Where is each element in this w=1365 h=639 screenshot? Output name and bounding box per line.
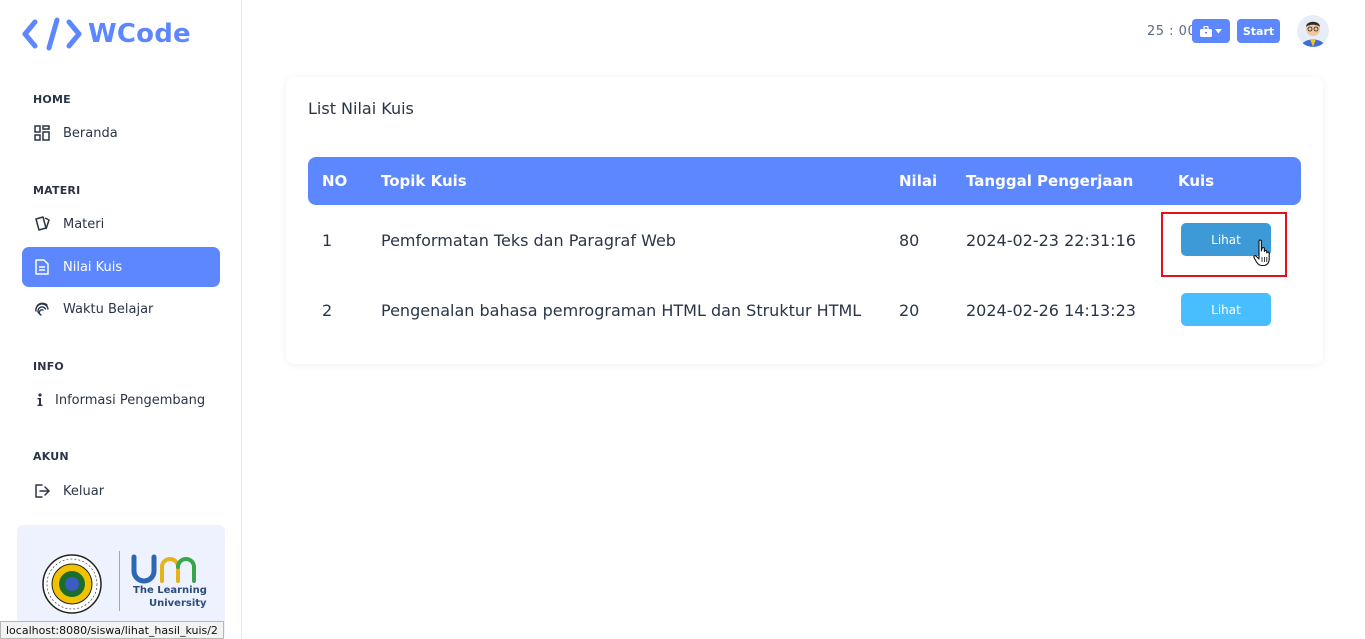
dashboard-icon [33,124,51,142]
briefcase-dropdown-button[interactable] [1192,19,1230,43]
sidebar-item-label: Materi [63,216,105,232]
table-header: NO Topik Kuis Nilai Tanggal Pengerjaan K… [308,157,1301,205]
cell-tanggal: 2024-02-23 22:31:16 [966,230,1136,250]
sidebar: WCode HOME Beranda MATERI Materi Nilai K… [0,0,242,639]
timer-display: 25 : 00 [1147,24,1197,39]
sidebar-item-label: Keluar [63,483,105,499]
cell-nilai: 80 [899,230,920,250]
avatar[interactable] [1297,15,1329,47]
table-row: 1 Pemformatan Teks dan Paragraf Web 80 2… [308,205,1301,275]
um-logo-icon [131,554,196,584]
file-text-icon [33,258,51,276]
cards-icon [33,215,51,233]
cell-tanggal: 2024-02-26 14:13:23 [966,300,1136,320]
caret-down-icon [1215,28,1222,33]
sidebar-item-keluar[interactable]: Keluar [22,471,220,511]
cell-no: 2 [322,300,333,320]
column-header-kuis: Kuis [1178,172,1215,190]
sidebar-item-label: Informasi Pengembang [55,392,206,408]
code-icon [22,17,82,51]
sidebar-item-informasi-pengembang[interactable]: Informasi Pengembang [22,380,220,420]
divider [119,551,120,611]
column-header-no: NO [322,172,348,190]
card-title: List Nilai Kuis [308,99,414,118]
sidebar-item-beranda[interactable]: Beranda [22,113,220,153]
sidebar-item-nilai-kuis[interactable]: Nilai Kuis [22,247,220,287]
university-tagline: The Learning [133,585,207,596]
fingerprint-icon [33,300,51,318]
logout-icon [33,482,51,500]
university-tagline-2: University [149,598,207,609]
sidebar-item-label: Beranda [63,125,118,141]
brand-logo[interactable]: WCode [22,14,191,54]
column-header-topik: Topik Kuis [381,172,467,190]
section-label-materi: MATERI [33,184,81,197]
start-button[interactable]: Start [1237,19,1280,43]
section-label-akun: AKUN [33,450,69,463]
section-label-home: HOME [33,93,71,106]
cell-topik: Pengenalan bahasa pemrograman HTML dan S… [381,300,862,320]
sidebar-item-materi[interactable]: Materi [22,204,220,244]
sidebar-item-label: Nilai Kuis [63,259,123,275]
cell-no: 1 [322,230,333,250]
status-bar-url: localhost:8080/siswa/lihat_hasil_kuis/2 [0,621,224,639]
brand-name: WCode [88,19,191,49]
sidebar-item-waktu-belajar[interactable]: Waktu Belajar [22,289,220,329]
column-header-tanggal: Tanggal Pengerjaan [966,172,1134,190]
cell-topik: Pemformatan Teks dan Paragraf Web [381,230,676,250]
cell-nilai: 20 [899,300,920,320]
table-row: 2 Pengenalan bahasa pemrograman HTML dan… [308,275,1301,345]
sidebar-item-label: Waktu Belajar [63,301,154,317]
column-header-nilai: Nilai [899,172,938,190]
info-icon [33,391,47,409]
section-label-info: INFO [33,360,64,373]
hand-pointer-cursor-icon [1253,239,1270,267]
briefcase-icon [1200,25,1212,37]
lihat-button[interactable]: Lihat [1181,293,1271,326]
university-seal-icon [42,554,102,614]
